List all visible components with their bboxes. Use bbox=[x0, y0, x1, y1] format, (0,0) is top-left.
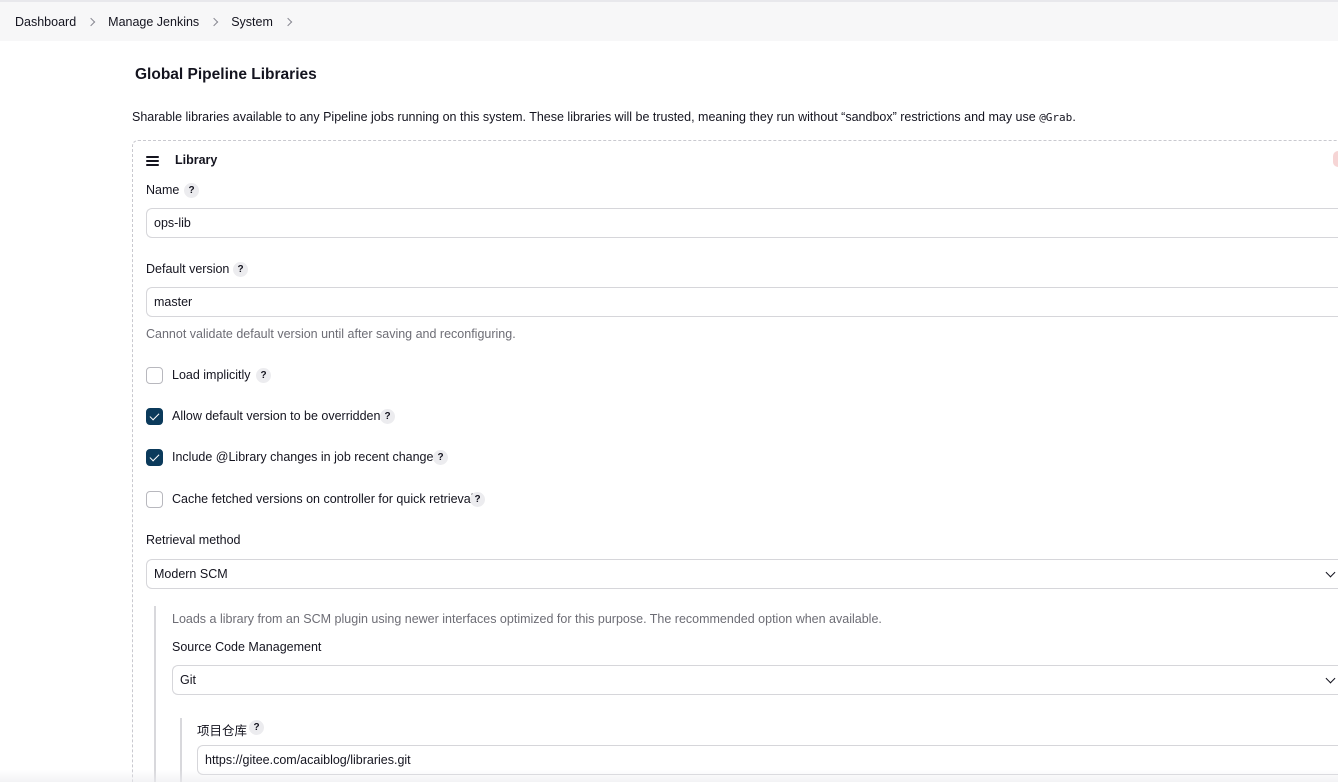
scm-label: Source Code Management bbox=[172, 640, 322, 654]
default-version-help-icon[interactable]: ? bbox=[233, 262, 248, 277]
load-implicitly-help-icon[interactable]: ? bbox=[256, 368, 271, 383]
breadcrumb: Dashboard Manage Jenkins System bbox=[0, 0, 1338, 41]
chevron-down-icon bbox=[1325, 673, 1336, 684]
section-description-end: . bbox=[1072, 110, 1076, 124]
breadcrumb-system[interactable]: System bbox=[231, 15, 273, 29]
retrieval-description: Loads a library from an SCM plugin using… bbox=[172, 612, 882, 626]
include-changes-checkbox[interactable] bbox=[146, 449, 163, 466]
delete-library-button[interactable] bbox=[1333, 151, 1338, 167]
repo-help-icon[interactable]: ? bbox=[249, 720, 264, 735]
load-implicitly-label[interactable]: Load implicitly bbox=[172, 368, 251, 382]
allow-override-checkbox[interactable] bbox=[146, 408, 163, 425]
validation-message: Cannot validate default version until af… bbox=[146, 327, 516, 341]
chevron-right-icon bbox=[86, 17, 96, 26]
chevron-right-icon[interactable] bbox=[283, 17, 293, 26]
cache-versions-label[interactable]: Cache fetched versions on controller for… bbox=[172, 492, 474, 506]
retrieval-method-select[interactable]: Modern SCM bbox=[146, 559, 1338, 589]
section-description: Sharable libraries available to any Pipe… bbox=[132, 110, 1076, 124]
allow-override-help-icon[interactable]: ? bbox=[380, 409, 395, 424]
name-label: Name bbox=[146, 183, 180, 197]
section-description-text: Sharable libraries available to any Pipe… bbox=[132, 110, 1040, 124]
library-title: Library bbox=[175, 153, 218, 167]
default-version-input[interactable] bbox=[146, 287, 1338, 317]
nested-indent-line bbox=[154, 606, 156, 782]
default-version-label: Default version bbox=[146, 262, 230, 276]
chevron-down-icon bbox=[1325, 567, 1336, 578]
retrieval-method-value: Modern SCM bbox=[154, 567, 228, 581]
scm-value: Git bbox=[180, 673, 196, 687]
load-implicitly-checkbox[interactable] bbox=[146, 367, 163, 384]
grab-code: @Grab bbox=[1039, 111, 1073, 124]
chevron-right-icon bbox=[209, 17, 219, 26]
section-title: Global Pipeline Libraries bbox=[135, 66, 317, 83]
breadcrumb-dashboard[interactable]: Dashboard bbox=[15, 15, 76, 29]
breadcrumb-manage-jenkins[interactable]: Manage Jenkins bbox=[108, 15, 199, 29]
allow-override-label[interactable]: Allow default version to be overridden bbox=[172, 409, 380, 423]
cache-versions-checkbox[interactable] bbox=[146, 491, 163, 508]
scm-select[interactable]: Git bbox=[172, 665, 1338, 695]
retrieval-method-label: Retrieval method bbox=[146, 533, 241, 547]
name-help-icon[interactable]: ? bbox=[184, 183, 199, 198]
include-changes-help-icon[interactable]: ? bbox=[433, 450, 448, 465]
repo-label: 项目仓库 bbox=[197, 724, 248, 738]
bottom-fade bbox=[0, 770, 1338, 782]
cache-versions-help-icon[interactable]: ? bbox=[470, 492, 485, 507]
drag-handle-icon[interactable] bbox=[146, 156, 159, 166]
name-input[interactable] bbox=[146, 208, 1338, 238]
include-changes-label[interactable]: Include @Library changes in job recent c… bbox=[172, 450, 440, 464]
